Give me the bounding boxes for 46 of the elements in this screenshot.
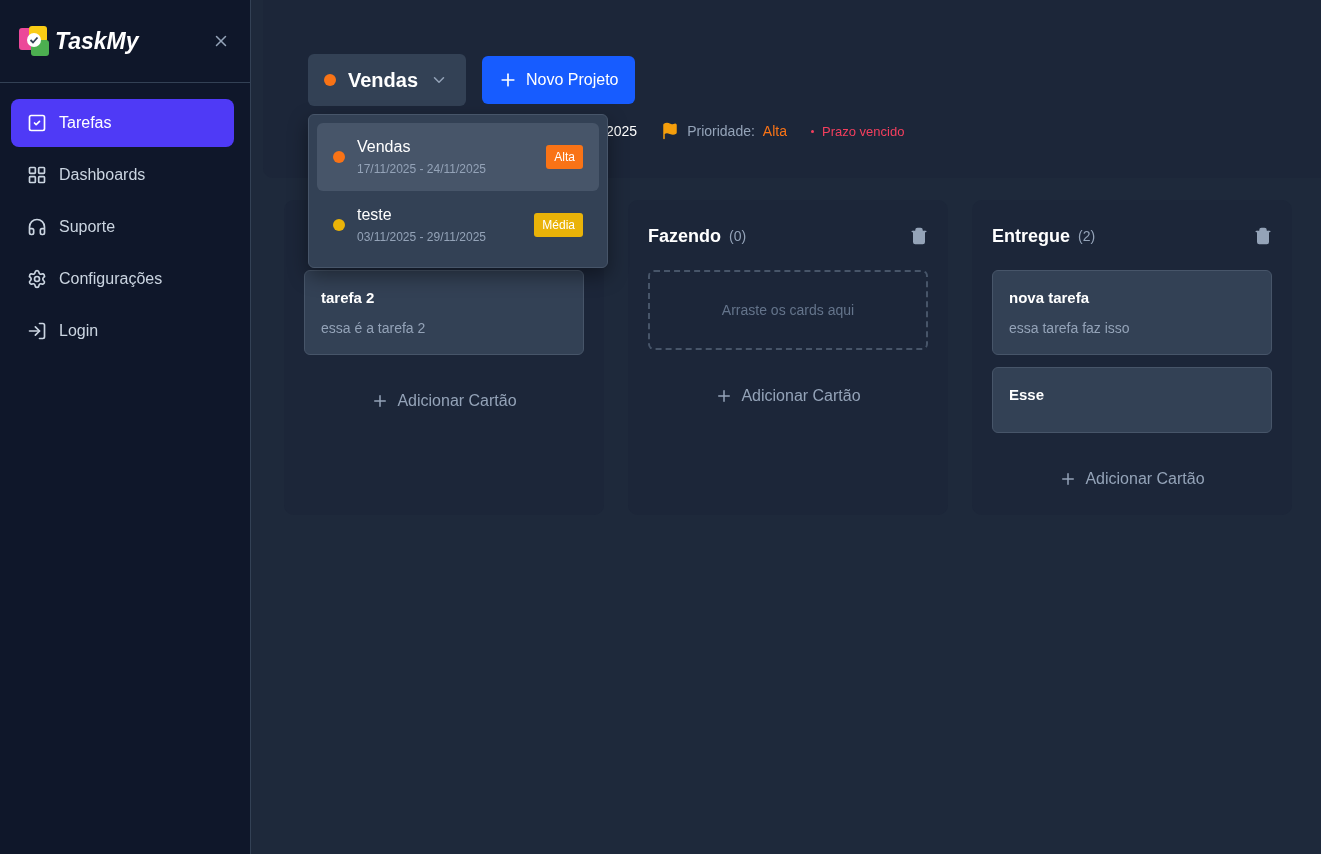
project-name: teste xyxy=(357,206,393,224)
task-card[interactable]: nova tarefa essa tarefa faz isso xyxy=(992,270,1272,355)
nav-item[interactable]: Suporte xyxy=(11,203,234,251)
project-option[interactable]: Vendas 17/11/2025 - 24/11/2025 Alta xyxy=(317,123,599,191)
task-card[interactable]: Esse xyxy=(992,367,1272,433)
project-option[interactable]: teste 03/11/2025 - 29/11/2025 Média xyxy=(317,191,599,259)
card-title: Esse xyxy=(1009,386,1046,403)
grid-icon xyxy=(27,165,47,185)
flag-icon xyxy=(661,122,680,140)
priority-value: Alta xyxy=(762,123,787,139)
nav-item[interactable]: Dashboards xyxy=(11,151,234,199)
checkbox-icon xyxy=(27,113,47,133)
column-title: Entregue xyxy=(992,225,1070,247)
card-description: essa é a tarefa 2 xyxy=(321,320,427,336)
column-count: (0) xyxy=(729,228,748,244)
bullet-icon xyxy=(811,129,814,133)
priority-badge: Alta xyxy=(546,145,583,169)
add-card-button[interactable]: Adicionar Cartão xyxy=(365,391,523,411)
new-project-button[interactable]: Novo Projeto xyxy=(482,56,635,104)
settings-icon xyxy=(27,269,47,289)
nav-item[interactable]: Configurações xyxy=(11,255,234,303)
project-dates: 03/11/2025 - 29/11/2025 xyxy=(357,230,487,244)
nav-item[interactable]: Login xyxy=(11,307,234,355)
project-dates: 2025 xyxy=(606,123,638,139)
logo-icon xyxy=(19,26,49,56)
logo-text: TaskMy xyxy=(55,27,141,55)
card-title: tarefa 2 xyxy=(321,289,376,306)
nav-item[interactable]: Tarefas xyxy=(11,99,234,147)
column-count: (2) xyxy=(1078,228,1097,244)
priority-badge: Média xyxy=(534,213,583,237)
drop-zone: Arraste os cards aqui xyxy=(648,270,928,350)
project-name: Vendas xyxy=(357,138,412,156)
add-card-button[interactable]: Adicionar Cartão xyxy=(709,386,867,406)
trash-icon[interactable] xyxy=(1254,227,1272,245)
column-title: Fazendo xyxy=(648,225,721,247)
overdue-text: Prazo vencido xyxy=(822,123,905,139)
card-description: essa tarefa faz isso xyxy=(1009,320,1131,336)
project-selector[interactable]: Vendas xyxy=(308,54,466,106)
card-title: nova tarefa xyxy=(1009,289,1091,306)
login-icon xyxy=(27,321,47,341)
trash-icon[interactable] xyxy=(910,227,928,245)
project-dates: 17/11/2025 - 24/11/2025 xyxy=(357,162,487,176)
task-card[interactable]: tarefa 2 essa é a tarefa 2 xyxy=(304,270,584,355)
headphones-icon xyxy=(27,217,47,237)
add-card-button[interactable]: Adicionar Cartão xyxy=(1053,469,1211,489)
priority-label: Prioridade: xyxy=(687,123,755,139)
